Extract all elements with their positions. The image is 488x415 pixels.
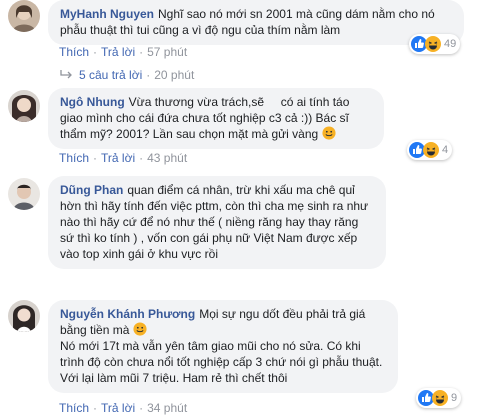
like-button[interactable]: Thích <box>59 45 89 59</box>
comment-nguyen-khanh-phuong: Nguyễn Khánh Phương Mọi sự ngu dốt đều ph… <box>0 300 488 415</box>
smile-emoji-icon <box>133 322 147 336</box>
comment-time[interactable]: 43 phút <box>147 151 187 165</box>
reaction-count: 4 <box>442 144 449 156</box>
reaction-count: 9 <box>451 392 458 404</box>
reaction-summary[interactable]: 9 <box>416 388 462 408</box>
smile-emoji-icon <box>321 126 336 140</box>
haha-icon <box>432 390 448 406</box>
comment-ngo-nhung: Ngô Nhung Vừa thương vừa trách,sẽ có ai t… <box>0 88 488 168</box>
comment-actions: Thích · Trả lời · 34 phút <box>59 401 188 415</box>
reply-button[interactable]: Trả lời <box>101 45 135 59</box>
comment-text-line2: Nó mới 17t mà vẫn yên tâm giao mũi cho n… <box>60 339 386 385</box>
reply-arrow-icon <box>60 70 72 79</box>
avatar[interactable] <box>8 300 40 332</box>
replies-time: 20 phút <box>154 68 195 82</box>
comment-author[interactable]: Nguyễn Khánh Phương <box>60 307 195 321</box>
haha-icon <box>425 36 441 52</box>
reply-button[interactable]: Trả lời <box>101 401 135 415</box>
comment-time[interactable]: 57 phút <box>147 45 187 59</box>
replies-count[interactable]: 5 câu trả lời <box>79 68 142 82</box>
comment-bubble: Nguyễn Khánh Phương Mọi sự ngu dốt đều ph… <box>48 300 398 393</box>
avatar[interactable] <box>8 90 40 122</box>
reaction-count: 49 <box>444 38 457 50</box>
comment-bubble: MyHanh Nguyen Nghĩ sao nó mới sn 2001 mà … <box>48 0 464 45</box>
reaction-summary[interactable]: 4 <box>407 140 453 160</box>
like-button[interactable]: Thích <box>59 151 89 165</box>
comment-time[interactable]: 34 phút <box>147 401 187 415</box>
haha-icon <box>423 142 439 158</box>
comment-bubble: Dũng Phan quan điểm cá nhân, trừ khi xấu … <box>48 176 386 269</box>
comment-author[interactable]: Ngô Nhung <box>60 95 125 109</box>
view-replies-link[interactable]: 5 câu trả lời · 20 phút <box>59 68 194 82</box>
comment-actions: Thích · Trả lời · 43 phút <box>59 151 188 165</box>
comment-dung-phan: Dũng Phan quan điểm cá nhân, trừ khi xấu … <box>0 176 488 286</box>
reaction-summary[interactable]: 49 <box>409 34 461 54</box>
reply-button[interactable]: Trả lời <box>101 151 135 165</box>
avatar[interactable] <box>8 0 40 32</box>
comment-actions: Thích · Trả lời · 57 phút <box>59 45 188 59</box>
avatar[interactable] <box>8 178 40 210</box>
comment-myhanh: MyHanh Nguyen Nghĩ sao nó mới sn 2001 mà … <box>0 0 488 90</box>
comment-author[interactable]: Dũng Phan <box>60 183 123 197</box>
like-button[interactable]: Thích <box>59 401 89 415</box>
comment-bubble: Ngô Nhung Vừa thương vừa trách,sẽ có ai t… <box>48 88 384 149</box>
comment-author[interactable]: MyHanh Nguyen <box>60 7 154 21</box>
